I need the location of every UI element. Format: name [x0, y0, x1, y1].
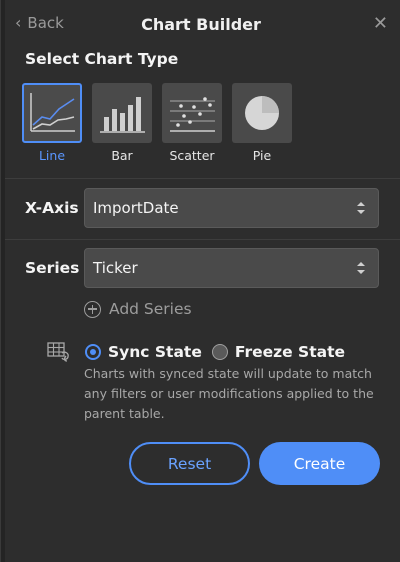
panel-edge: [1, 0, 5, 562]
state-help-text: Charts with synced state will update to …: [84, 366, 374, 421]
radio-unselected-icon: [211, 344, 228, 360]
x-axis-select[interactable]: ImportDate: [84, 188, 379, 228]
series-select[interactable]: Ticker: [84, 248, 379, 288]
add-series-button[interactable]: Add Series: [84, 300, 192, 318]
sync-state-radio[interactable]: Sync State: [85, 343, 202, 361]
add-series-label: Add Series: [109, 300, 192, 318]
chart-type-label: Bar: [111, 148, 133, 163]
plus-circle-icon: [84, 300, 101, 318]
state-options: Sync State Freeze State: [47, 341, 355, 363]
radio-selected-icon: [85, 344, 101, 360]
pie-chart-icon: [232, 83, 292, 143]
panel-header: ‹ Back Chart Builder ✕: [1, 0, 400, 50]
line-chart-icon: [22, 83, 82, 143]
chart-type-heading: Select Chart Type: [25, 50, 179, 68]
chart-type-scatter[interactable]: Scatter: [161, 83, 223, 163]
sort-arrows-icon: [357, 262, 365, 274]
scatter-chart-icon: [162, 83, 222, 143]
divider: [5, 178, 400, 179]
chart-type-label: Pie: [252, 148, 272, 163]
sync-state-label: Sync State: [108, 343, 202, 361]
freeze-state-radio[interactable]: Freeze State: [211, 343, 345, 361]
chart-builder-panel: ‹ Back Chart Builder ✕ Select Chart Type…: [0, 0, 400, 562]
sort-arrows-icon: [357, 202, 365, 214]
chart-type-label: Scatter: [169, 148, 215, 163]
chart-type-line[interactable]: Line: [21, 83, 83, 163]
table-link-icon: [47, 342, 69, 362]
divider: [5, 239, 400, 240]
reset-button[interactable]: Reset: [129, 442, 250, 485]
chart-type-bar[interactable]: Bar: [91, 83, 153, 163]
create-button[interactable]: Create: [259, 442, 380, 485]
series-label: Series: [25, 259, 80, 277]
close-icon[interactable]: ✕: [373, 13, 388, 34]
x-axis-value: ImportDate: [93, 199, 179, 217]
chart-type-label: Line: [38, 148, 66, 163]
chart-type-pie[interactable]: Pie: [231, 83, 293, 163]
freeze-state-label: Freeze State: [234, 343, 345, 361]
series-value: Ticker: [93, 259, 138, 277]
panel-title: Chart Builder: [141, 15, 261, 34]
chart-type-picker: Line Bar Scatter Pie: [21, 83, 293, 163]
x-axis-label: X-Axis: [25, 199, 79, 217]
bar-chart-icon: [92, 83, 152, 143]
